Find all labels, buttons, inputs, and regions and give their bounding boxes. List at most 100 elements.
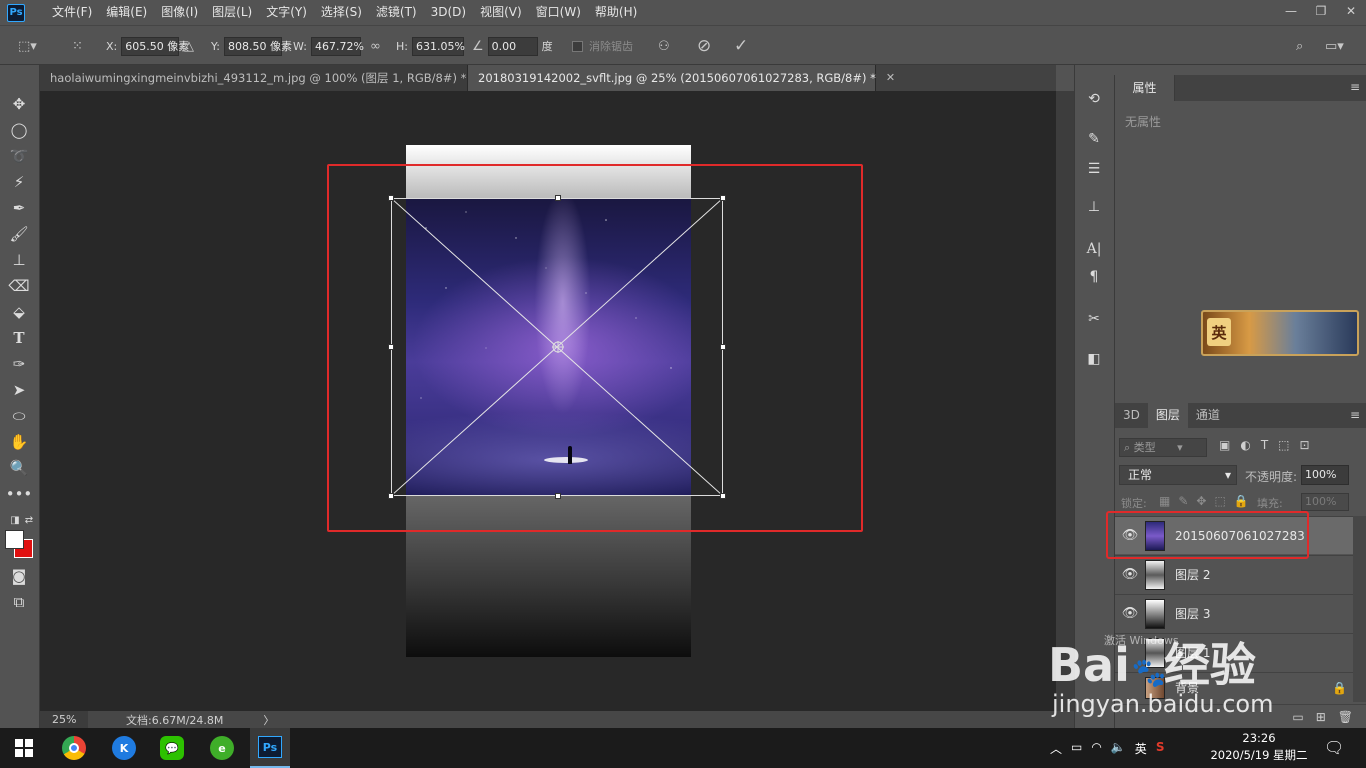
tab-document-2[interactable]: 20180319142002_svflt.jpg @ 25% (20150607… (468, 65, 895, 91)
search-icon[interactable]: ⌕ (1296, 26, 1303, 66)
more-tools-icon[interactable]: ••• (6, 483, 33, 505)
new-layer-icon[interactable]: ⊞ (1316, 710, 1326, 724)
ellipse-tool-icon[interactable]: ⬭ (8, 405, 30, 427)
y-field[interactable]: 808.50 像素 (223, 36, 292, 56)
vertical-scrollbar[interactable] (1056, 91, 1074, 711)
hand-tool-icon[interactable]: ✋ (8, 431, 30, 453)
chrome-icon[interactable] (62, 736, 86, 760)
menu-layer[interactable]: 图层(L) (205, 0, 259, 25)
blend-mode-select[interactable]: 正常 ▾ (1119, 465, 1237, 485)
menu-file[interactable]: 文件(F) (45, 0, 99, 25)
quick-mask-icon[interactable]: ◙ (8, 565, 30, 587)
menu-image[interactable]: 图像(I) (154, 0, 205, 25)
history-icon[interactable]: ⟲ (1084, 89, 1104, 109)
lock-all-icon[interactable]: 🔒 (1234, 494, 1249, 508)
screen-mode-icon[interactable]: ⧉ (8, 591, 30, 613)
battery-icon[interactable]: ▭ (1071, 740, 1082, 757)
panel-menu-icon[interactable]: ≡ (1350, 80, 1360, 94)
kugou-icon[interactable]: K (112, 736, 136, 760)
taskbar-photoshop-active[interactable]: Ps (250, 728, 290, 768)
tab-document-1[interactable]: haolaiwumingxingmeinvbizhi_493112_m.jpg … (40, 65, 486, 91)
type-filter-icon[interactable]: T (1261, 438, 1268, 457)
status-menu-arrow-icon[interactable]: 〉 (263, 712, 274, 728)
menu-view[interactable]: 视图(V) (473, 0, 529, 25)
lasso-tool-icon[interactable]: ➰ (8, 145, 30, 167)
ime-indicator[interactable]: 英 (1135, 740, 1147, 757)
lock-position-icon[interactable]: ✥ (1196, 494, 1206, 508)
width-field[interactable]: 467.72% (310, 36, 364, 56)
lock-image-icon[interactable]: ✎ (1178, 494, 1188, 508)
delete-layer-icon[interactable]: 🗑 (1338, 710, 1353, 724)
pixel-filter-icon[interactable]: ▣ (1219, 438, 1230, 457)
menu-filter[interactable]: 滤镜(T) (369, 0, 424, 25)
zoom-level[interactable]: 25% (40, 711, 88, 728)
move-tool-icon[interactable]: ✥ (8, 93, 30, 115)
close-icon[interactable]: ✕ (886, 65, 895, 91)
clone-source-icon[interactable]: ⊥ (1084, 197, 1104, 217)
magic-wand-tool-icon[interactable]: ⚡ (8, 171, 30, 193)
tab-3d[interactable]: 3D (1115, 403, 1148, 428)
workspace-icon[interactable]: ▭▾ (1325, 26, 1344, 66)
reference-point-icon[interactable]: ⁙ (72, 26, 83, 66)
commit-transform-icon[interactable]: ✓ (734, 26, 748, 66)
warp-icon[interactable]: ⚇ (658, 26, 670, 66)
volume-icon[interactable]: 🔈 (1111, 740, 1126, 757)
angle-field[interactable]: 0.00 (487, 36, 538, 56)
minimize-button[interactable]: — (1276, 0, 1306, 22)
transform-tool-icon[interactable]: ⬚▾ (18, 26, 37, 66)
menu-window[interactable]: 窗口(W) (529, 0, 588, 25)
visibility-eye-icon[interactable]: 👁 (1115, 606, 1145, 621)
foreground-color-swatch[interactable] (5, 530, 24, 549)
lock-transparent-icon[interactable]: ▦ (1159, 494, 1170, 508)
brush-settings-icon[interactable]: ✎ (1084, 129, 1104, 149)
tray-expand-icon[interactable]: ︿ (1050, 740, 1062, 757)
type-tool-icon[interactable]: T (8, 327, 30, 349)
fill-field[interactable]: 100% (1301, 493, 1349, 511)
wifi-icon[interactable]: ◠ (1091, 740, 1101, 757)
menu-3d[interactable]: 3D(D) (424, 0, 473, 25)
eraser-tool-icon[interactable]: ⌫ (8, 275, 30, 297)
adjustment-filter-icon[interactable]: ◐ (1240, 438, 1250, 457)
new-group-icon[interactable]: ▭ (1292, 710, 1303, 724)
browser-icon[interactable]: e (210, 736, 234, 760)
restore-button[interactable]: ❐ (1306, 0, 1336, 22)
zoom-tool-icon[interactable]: 🔍 (8, 457, 30, 479)
floating-game-banner[interactable]: 英 (1201, 310, 1359, 356)
height-field[interactable]: 631.05% (411, 36, 465, 56)
brush-tool-icon[interactable]: 🖌 (8, 223, 30, 245)
x-field[interactable]: 605.50 像素 (121, 36, 189, 56)
lock-artboard-icon[interactable]: ⬚ (1214, 494, 1225, 508)
smart-object-filter-icon[interactable]: ⊡ (1300, 438, 1310, 457)
panel-menu-icon[interactable]: ≡ (1350, 408, 1360, 422)
tab-properties[interactable]: 属性 (1115, 75, 1175, 101)
antialias-checkbox[interactable] (572, 40, 583, 52)
layer-row[interactable]: 👁 图层 3 (1115, 594, 1353, 632)
wechat-icon[interactable]: 💬 (160, 736, 184, 760)
menu-select[interactable]: 选择(S) (314, 0, 369, 25)
menu-edit[interactable]: 编辑(E) (99, 0, 154, 25)
layer-filter-select[interactable]: ⌕ 类型 ▾ (1119, 438, 1207, 457)
layers-scrollbar[interactable] (1353, 516, 1366, 702)
system-clock[interactable]: 23:26 2020/5/19 星期二 (1204, 730, 1314, 764)
paint-bucket-tool-icon[interactable]: ⬙ (8, 301, 30, 323)
cancel-transform-icon[interactable]: ⊘ (697, 26, 711, 66)
tools-preset-icon[interactable]: ✂ (1084, 309, 1104, 329)
link-icon[interactable]: ∞ (370, 26, 381, 66)
character-icon[interactable]: A| (1084, 239, 1104, 259)
visibility-eye-icon[interactable]: 👁 (1115, 567, 1145, 582)
layer-row[interactable]: 👁 图层 2 (1115, 555, 1353, 593)
swap-colors-icon[interactable]: ⇄ (18, 509, 40, 531)
pen-tool-icon[interactable]: ✑ (8, 353, 30, 375)
notification-icon[interactable]: 🗨 (1324, 738, 1344, 757)
adjustments-icon[interactable]: ☰ (1084, 159, 1104, 179)
stamp-tool-icon[interactable]: ⊥ (8, 249, 30, 271)
sogou-icon[interactable]: S (1156, 740, 1165, 757)
opacity-field[interactable]: 100% (1301, 465, 1349, 485)
libraries-icon[interactable]: ◧ (1084, 349, 1104, 369)
windows-start-icon[interactable] (15, 739, 33, 757)
close-button[interactable]: ✕ (1336, 0, 1366, 22)
shape-filter-icon[interactable]: ⬚ (1278, 438, 1289, 457)
delta-icon[interactable]: △ (184, 26, 194, 66)
tab-layers[interactable]: 图层 (1147, 403, 1188, 428)
menu-type[interactable]: 文字(Y) (259, 0, 314, 25)
